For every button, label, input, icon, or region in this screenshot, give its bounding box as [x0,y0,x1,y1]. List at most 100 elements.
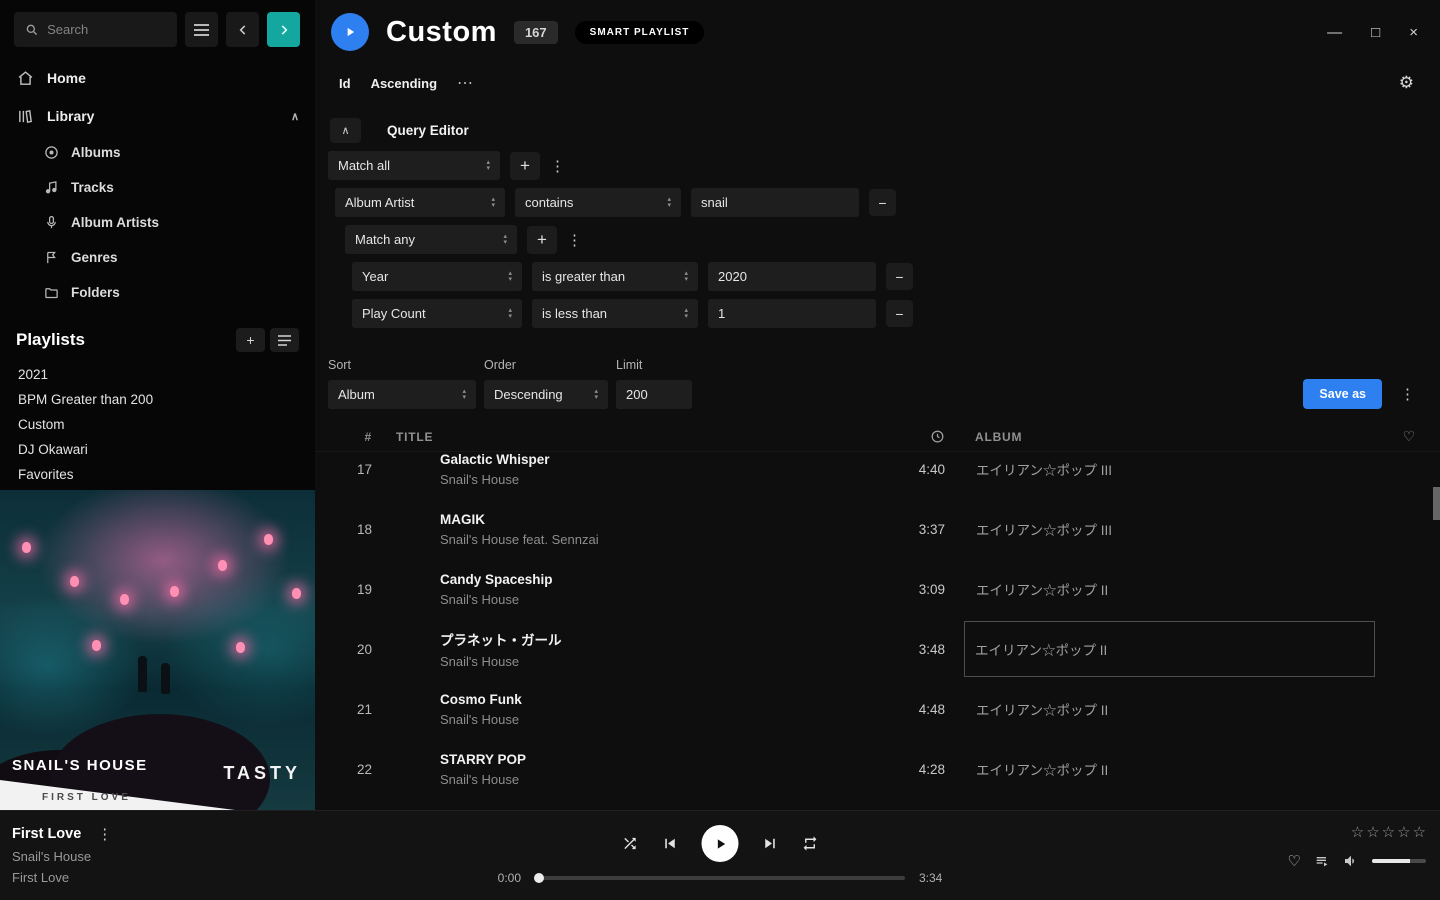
group-menu-button[interactable]: ⋮ [550,157,564,175]
select-value: Descending [494,387,563,402]
playlist-item[interactable]: DJ Okawari [0,437,315,462]
sidebar-item-genres[interactable]: Genres [0,240,315,275]
shuffle-button[interactable] [622,835,639,852]
sidebar-item-tracks[interactable]: Tracks [0,170,315,205]
window-minimize-button[interactable]: — [1327,24,1342,41]
table-row[interactable]: 19 Candy Spaceship Snail's House 3:09 エイ… [315,559,1440,619]
track-album[interactable]: エイリアン☆ポップ III [975,452,1375,499]
select-value: contains [525,195,573,210]
sub-item-label: Albums [71,145,121,160]
search-input[interactable] [47,22,167,37]
menu-button[interactable] [185,12,218,47]
sidebar-item-albums[interactable]: Albums [0,135,315,170]
track-album[interactable]: エイリアン☆ポップ II [975,679,1375,739]
favorite-heart-button[interactable]: ♡ [1288,852,1301,870]
collapse-chevron-icon[interactable]: ∧ [291,110,299,123]
track-title: MAGIK [440,512,881,527]
star-icon[interactable]: ☆ [1366,823,1379,841]
rule-field-select[interactable]: Year [352,262,522,291]
rule-value-input[interactable] [708,299,876,328]
star-icon[interactable]: ☆ [1351,823,1364,841]
match-type-select[interactable]: Match all [328,151,500,180]
sidebar-item-library[interactable]: Library ∧ [0,97,315,135]
track-title: Galactic Whisper [440,452,881,467]
rule-field-select[interactable]: Album Artist [335,188,505,217]
track-number: 21 [333,702,377,717]
remove-rule-button[interactable]: − [869,189,896,216]
nav-back-button[interactable] [226,12,259,47]
save-menu-button[interactable]: ⋮ [1400,385,1414,403]
window-maximize-button[interactable]: □ [1371,24,1380,41]
play-pause-button[interactable] [702,825,739,862]
nav-forward-button[interactable] [267,12,300,47]
track-album[interactable]: エイリアン☆ポップ II [975,739,1375,799]
column-header-index[interactable]: # [333,430,377,444]
rule-value-input[interactable] [708,262,876,291]
now-playing-artwork[interactable]: SNAIL'S HOUSE FIRST LOVE TASTY [0,490,315,810]
playlist-item[interactable]: BPM Greater than 200 [0,387,315,412]
playlist-item[interactable]: Favorites [0,462,315,487]
playlist-item[interactable]: 2021 [0,362,315,387]
save-as-button[interactable]: Save as [1303,379,1382,409]
window-close-button[interactable]: × [1409,24,1418,41]
sidebar-item-home[interactable]: Home [0,59,315,97]
order-select[interactable]: Descending [484,380,608,409]
search-icon [24,23,39,37]
remove-rule-button[interactable]: − [886,263,913,290]
volume-button[interactable] [1343,853,1359,869]
search-box[interactable] [14,12,177,47]
rule-field-select[interactable]: Play Count [352,299,522,328]
track-artist: Snail's House [440,772,881,787]
column-header-favorite[interactable]: ♡ [1375,428,1416,445]
sort-select[interactable]: Album [328,380,476,409]
star-icon[interactable]: ☆ [1382,823,1395,841]
rule-operator-select[interactable]: is greater than [532,262,698,291]
limit-input[interactable] [616,380,692,409]
add-rule-button[interactable]: + [510,152,540,180]
track-album[interactable]: エイリアン☆ポップ II [975,559,1375,619]
sort-order-limit-row: Sort Album Order Descending Limit Save a… [315,328,1440,409]
add-playlist-button[interactable]: + [236,328,265,352]
repeat-button[interactable] [802,835,819,852]
play-playlist-button[interactable] [331,13,369,51]
queue-button[interactable] [1314,853,1330,869]
previous-button[interactable] [661,834,680,853]
remove-rule-button[interactable]: − [886,300,913,327]
rule-operator-select[interactable]: contains [515,188,681,217]
playlist-list-view-button[interactable] [270,328,299,352]
group-menu-button[interactable]: ⋮ [567,231,581,249]
volume-slider[interactable] [1372,859,1426,863]
scrollbar-thumb[interactable] [1433,487,1440,520]
table-row[interactable]: 18 MAGIK Snail's House feat. Sennzai 3:3… [315,499,1440,559]
match-type-select[interactable]: Match any [345,225,517,254]
playlist-item[interactable]: Custom [0,412,315,437]
track-album-focused[interactable]: エイリアン☆ポップ II [964,621,1375,677]
chevron-up-icon: ∧ [341,124,349,137]
table-row[interactable]: 22 STARRY POP Snail's House 4:28 エイリアン☆ポ… [315,739,1440,799]
star-icon[interactable]: ☆ [1413,823,1426,841]
rule-value-input[interactable] [691,188,859,217]
table-row[interactable]: 20 プラネット・ガール Snail's House 3:48 エイリアン☆ポッ… [315,619,1440,679]
next-button[interactable] [761,834,780,853]
seek-bar[interactable] [535,876,905,880]
star-icon[interactable]: ☆ [1397,823,1410,841]
settings-gear-icon[interactable]: ⚙ [1399,73,1414,93]
column-header-title[interactable]: TITLE [377,430,881,444]
track-album[interactable]: エイリアン☆ポップ III [975,499,1375,559]
table-row[interactable]: 17 Galactic Whisper Snail's House 4:40 エ… [315,452,1440,499]
sort-direction-button[interactable]: Ascending [371,76,437,91]
rule-operator-select[interactable]: is less than [532,299,698,328]
column-header-duration[interactable] [881,429,945,444]
query-editor-collapse-button[interactable]: ∧ [330,118,361,143]
add-rule-button[interactable]: + [527,226,557,254]
volume-fill [1372,859,1410,863]
track-duration: 4:28 [881,762,945,777]
seek-knob[interactable] [534,873,544,883]
track-menu-button[interactable]: ⋮ [97,825,111,843]
sort-field-button[interactable]: Id [339,76,351,91]
column-header-album[interactable]: ALBUM [975,430,1375,444]
sidebar-item-album-artists[interactable]: Album Artists [0,205,315,240]
sidebar-item-folders[interactable]: Folders [0,275,315,310]
table-row[interactable]: 21 Cosmo Funk Snail's House 4:48 エイリアン☆ポ… [315,679,1440,739]
more-options-button[interactable]: ⋯ [457,73,475,93]
